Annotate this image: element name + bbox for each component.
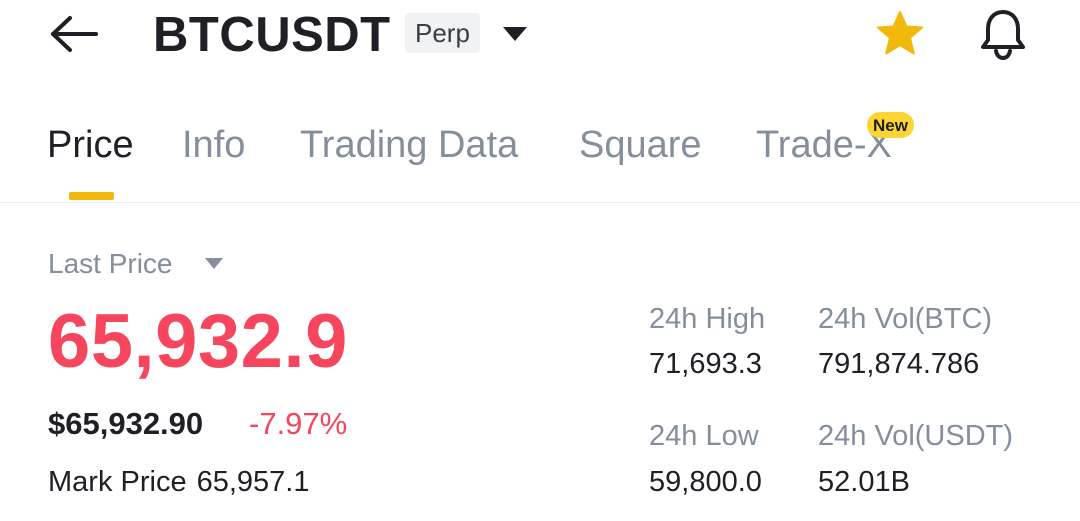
star-icon xyxy=(877,11,923,55)
tab-info[interactable]: Info xyxy=(182,122,245,168)
top-bar: BTCUSDT Perp xyxy=(0,0,1080,80)
price-alert-button[interactable] xyxy=(975,6,1031,62)
back-button[interactable] xyxy=(46,12,106,58)
price-type-dropdown[interactable] xyxy=(203,256,225,272)
price-type-selector[interactable]: Last Price xyxy=(48,246,173,282)
tab-price[interactable]: Price xyxy=(47,122,134,168)
active-tab-indicator xyxy=(69,192,114,200)
stat-24h-vol-btc-label: 24h Vol(BTC) xyxy=(818,303,993,335)
mark-price-label: Mark Price xyxy=(48,466,187,498)
change-percent: -7.97% xyxy=(249,406,348,441)
stat-24h-vol-usdt-label: 24h Vol(USDT) xyxy=(818,420,1014,452)
last-price-value: 65,932.9 xyxy=(48,299,348,384)
mark-price-row: Mark Price 65,957.1 xyxy=(48,462,309,502)
stat-24h-high-value: 71,693.3 xyxy=(649,348,762,380)
new-badge: New xyxy=(867,112,914,138)
stat-24h-vol-btc-value: 791,874.786 xyxy=(818,348,980,380)
stat-24h-vol-usdt-value: 52.01B xyxy=(818,466,910,498)
tab-bar: Price Info Trading Data Square Trade-X N… xyxy=(0,110,1080,203)
tab-trading-data[interactable]: Trading Data xyxy=(300,122,518,168)
caret-down-icon xyxy=(205,258,223,269)
stat-24h-low-label: 24h Low xyxy=(649,420,759,452)
contract-type-badge: Perp xyxy=(405,13,480,53)
symbol-title[interactable]: BTCUSDT xyxy=(153,6,391,64)
favorite-button[interactable] xyxy=(871,8,929,60)
usd-price-value: $65,932.90 xyxy=(48,406,204,441)
bell-icon xyxy=(981,10,1025,61)
stat-24h-low-value: 59,800.0 xyxy=(649,466,762,498)
mark-price-value: 65,957.1 xyxy=(196,466,310,498)
arrow-left-icon xyxy=(51,16,98,52)
symbol-dropdown-button[interactable] xyxy=(498,20,532,50)
tab-square[interactable]: Square xyxy=(579,122,702,168)
market-detail-screen: BTCUSDT Perp Price Info Trading Data Squ… xyxy=(0,0,1080,521)
stat-24h-high-label: 24h High xyxy=(649,303,766,335)
caret-down-icon xyxy=(503,27,527,41)
